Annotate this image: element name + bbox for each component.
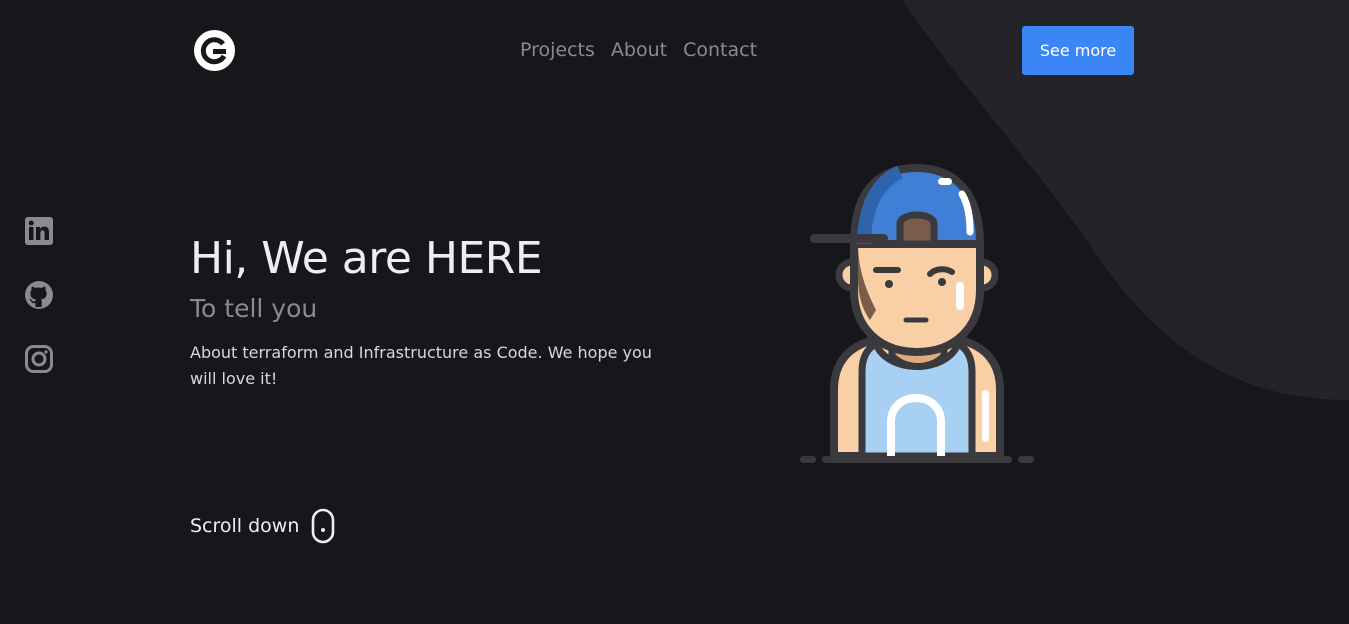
scroll-down-button[interactable]: Scroll down bbox=[190, 508, 335, 544]
hero-section: Hi, We are HERE To tell you About terraf… bbox=[190, 230, 670, 392]
page: Projects About Contact See more Hi, We a… bbox=[0, 0, 1349, 624]
nav-link-projects[interactable]: Projects bbox=[520, 38, 595, 62]
mouse-icon bbox=[312, 508, 335, 544]
social-links bbox=[24, 216, 54, 374]
nav-link-about[interactable]: About bbox=[611, 38, 667, 62]
site-header: Projects About Contact See more bbox=[0, 0, 1349, 100]
avatar-illustration bbox=[800, 164, 1034, 463]
scroll-down-label: Scroll down bbox=[190, 515, 300, 537]
hero-description: About terraform and Infrastructure as Co… bbox=[190, 343, 652, 388]
nav-link-contact[interactable]: Contact bbox=[683, 38, 757, 62]
linkedin-icon[interactable] bbox=[24, 216, 54, 246]
g-logo-icon[interactable] bbox=[194, 30, 235, 71]
see-more-button[interactable]: See more bbox=[1022, 26, 1134, 75]
hero-title: Hi, We are HERE bbox=[190, 233, 543, 284]
instagram-icon[interactable] bbox=[24, 344, 54, 374]
main-nav: Projects About Contact bbox=[520, 38, 757, 62]
github-icon[interactable] bbox=[24, 280, 54, 310]
hero-subtitle: To tell you bbox=[190, 294, 318, 323]
